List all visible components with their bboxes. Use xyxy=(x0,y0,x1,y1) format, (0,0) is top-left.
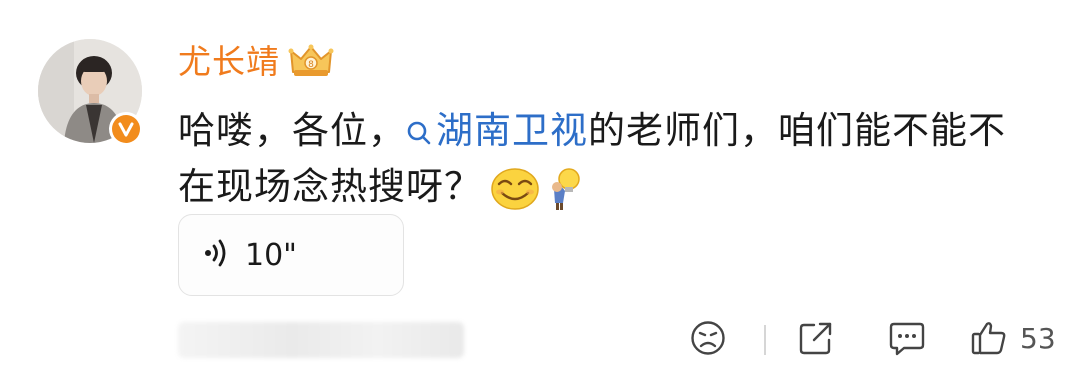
thumbs-up-icon xyxy=(971,322,1006,355)
action-bar: 53 xyxy=(0,316,1080,364)
voice-duration: 10" xyxy=(245,237,297,273)
share-button[interactable] xyxy=(798,320,834,356)
sad-face-icon xyxy=(691,321,725,355)
voice-message[interactable]: 10" xyxy=(178,214,404,296)
share-icon xyxy=(799,322,832,355)
dislike-button[interactable] xyxy=(690,320,726,356)
username[interactable]: 尤长靖 xyxy=(178,40,280,84)
username-row: 尤长靖 8 xyxy=(178,40,334,84)
post-text: 哈喽，各位， 湖南卫视的老师们，咱们能不能不在现场念热搜呀？ xyxy=(178,103,1038,227)
lightbulb-person-emoji-icon xyxy=(548,167,582,227)
like-button[interactable]: 53 xyxy=(970,320,1056,356)
topic-label: 湖南卫视 xyxy=(436,109,588,152)
svg-text:8: 8 xyxy=(308,60,314,70)
comment-icon xyxy=(889,322,925,356)
verified-badge-icon xyxy=(109,112,143,146)
post-text-before: 哈喽，各位， xyxy=(178,109,406,152)
comment-button[interactable] xyxy=(888,320,926,356)
search-icon xyxy=(407,121,431,145)
action-divider xyxy=(764,325,766,355)
crown-icon: 8 xyxy=(288,42,334,82)
voice-wave-icon xyxy=(203,238,231,272)
topic-link[interactable]: 湖南卫视 xyxy=(406,109,588,152)
smile-emoji-icon xyxy=(490,167,540,227)
like-count: 53 xyxy=(1020,321,1056,355)
